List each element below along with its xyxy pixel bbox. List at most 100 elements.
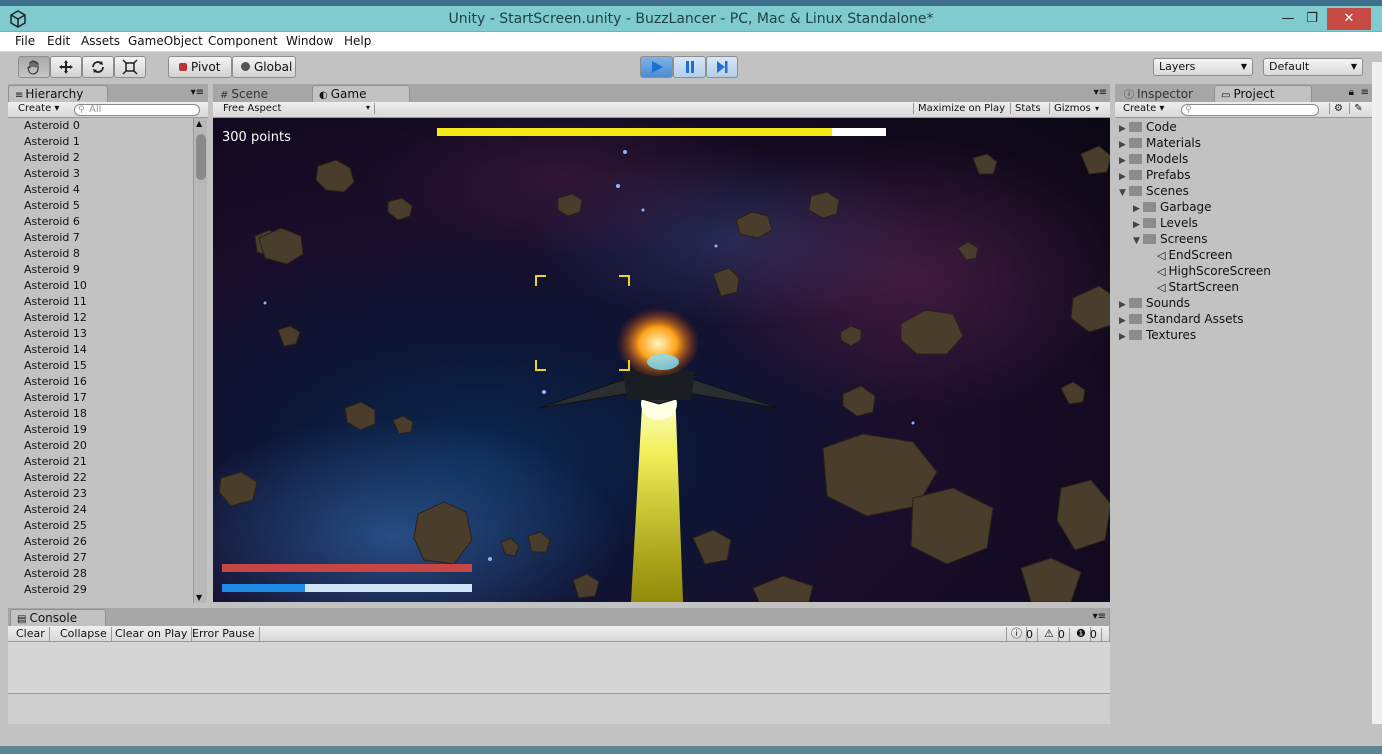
pivot-toggle[interactable]: Pivot — [168, 56, 232, 78]
project-item-highscorescreen[interactable]: ◁ HighScoreScreen — [1147, 263, 1271, 279]
layers-dropdown[interactable]: Layers ▼ — [1153, 58, 1253, 76]
menu-help[interactable]: Help — [344, 34, 371, 48]
list-item[interactable]: Asteroid 19 — [8, 422, 192, 438]
tab-hierarchy[interactable]: ≡ Hierarchy — [8, 85, 108, 102]
panel-menu-icon[interactable]: ≡ — [1361, 87, 1369, 98]
project-item-prefabs[interactable]: ▶ Prefabs — [1119, 167, 1191, 183]
step-button[interactable] — [706, 56, 738, 78]
list-item[interactable]: Asteroid 16 — [8, 374, 192, 390]
project-search-input[interactable]: ⚲ — [1181, 104, 1319, 116]
error-count-toggle[interactable]: ❶ 0 — [1072, 627, 1102, 642]
aspect-dropdown[interactable]: Free Aspect ▾ — [223, 103, 375, 114]
expanded-arrow-icon[interactable]: ▼ — [1133, 233, 1143, 249]
list-item[interactable]: Asteroid 18 — [8, 406, 192, 422]
menu-gameobject[interactable]: GameObject — [128, 34, 203, 48]
filter-by-label-icon[interactable]: ✎ — [1349, 103, 1367, 114]
project-item-models[interactable]: ▶ Models — [1119, 151, 1188, 167]
game-view[interactable]: 300 points — [213, 118, 1110, 602]
list-item[interactable]: Asteroid 14 — [8, 342, 192, 358]
filter-by-type-icon[interactable]: ⚙ — [1329, 103, 1347, 114]
project-item-startscreen[interactable]: ◁ StartScreen — [1147, 279, 1239, 295]
list-item[interactable]: Asteroid 7 — [8, 230, 192, 246]
project-item-textures[interactable]: ▶ Textures — [1119, 327, 1196, 343]
list-item[interactable]: Asteroid 17 — [8, 390, 192, 406]
tab-project[interactable]: ▭ Project — [1214, 85, 1312, 102]
list-item[interactable]: Asteroid 26 — [8, 534, 192, 550]
panel-menu-icon[interactable]: ▾≡ — [1094, 87, 1107, 98]
project-item-screens[interactable]: ▼ Screens — [1133, 231, 1208, 247]
list-item[interactable]: Asteroid 20 — [8, 438, 192, 454]
project-item-code[interactable]: ▶ Code — [1119, 119, 1177, 135]
list-item[interactable]: Asteroid 15 — [8, 358, 192, 374]
list-item[interactable]: Asteroid 28 — [8, 566, 192, 582]
scroll-up-icon[interactable]: ▲ — [196, 119, 202, 128]
list-item[interactable]: Asteroid 21 — [8, 454, 192, 470]
panel-menu-icon[interactable]: ▾≡ — [191, 87, 204, 98]
list-item[interactable]: Asteroid 9 — [8, 262, 192, 278]
list-item[interactable]: Asteroid 23 — [8, 486, 192, 502]
list-item[interactable]: Asteroid 5 — [8, 198, 192, 214]
list-item[interactable]: Asteroid 11 — [8, 294, 192, 310]
clear-on-play-button[interactable]: Clear on Play — [111, 627, 193, 641]
menu-component[interactable]: Component — [208, 34, 278, 48]
menu-assets[interactable]: Assets — [81, 34, 120, 48]
expanded-arrow-icon[interactable]: ▼ — [1119, 185, 1129, 201]
list-item[interactable]: Asteroid 4 — [8, 182, 192, 198]
list-item[interactable]: Asteroid 8 — [8, 246, 192, 262]
list-item[interactable]: Asteroid 22 — [8, 470, 192, 486]
global-toggle[interactable]: Global — [232, 56, 296, 78]
console-log-area[interactable] — [8, 642, 1110, 694]
project-item-scenes[interactable]: ▼ Scenes — [1119, 183, 1189, 199]
menu-file[interactable]: File — [15, 34, 35, 48]
list-item[interactable]: Asteroid 25 — [8, 518, 192, 534]
hand-tool-button[interactable] — [18, 56, 50, 78]
pause-button[interactable] — [673, 56, 706, 78]
rotate-tool-button[interactable] — [82, 56, 114, 78]
tab-console[interactable]: ▤ Console — [10, 609, 106, 626]
scale-tool-button[interactable] — [114, 56, 146, 78]
list-item[interactable]: Asteroid 27 — [8, 550, 192, 566]
list-item[interactable]: Asteroid 10 — [8, 278, 192, 294]
console-detail-area[interactable] — [8, 694, 1110, 724]
gizmos-dropdown[interactable]: Gizmos — [1049, 103, 1091, 114]
layout-dropdown[interactable]: Default ▼ — [1263, 58, 1363, 76]
menu-edit[interactable]: Edit — [47, 34, 70, 48]
menu-window[interactable]: Window — [286, 34, 333, 48]
hierarchy-scroll-thumb[interactable] — [196, 134, 206, 180]
project-item-standard-assets[interactable]: ▶ Standard Assets — [1119, 311, 1243, 327]
move-tool-button[interactable] — [50, 56, 82, 78]
collapsed-arrow-icon[interactable]: ▶ — [1119, 329, 1129, 345]
collapse-button[interactable]: Collapse — [56, 627, 112, 641]
tab-inspector[interactable]: ⓘ Inspector — [1117, 85, 1213, 102]
list-item[interactable]: Asteroid 6 — [8, 214, 192, 230]
scroll-down-icon[interactable]: ▼ — [196, 593, 202, 602]
maximize-button[interactable]: ❐ — [1298, 8, 1326, 30]
close-button[interactable]: ✕ — [1327, 8, 1371, 30]
project-item-sounds[interactable]: ▶ Sounds — [1119, 295, 1190, 311]
clear-button[interactable]: Clear — [12, 627, 50, 641]
list-item[interactable]: Asteroid 24 — [8, 502, 192, 518]
panel-menu-icon[interactable]: ▾≡ — [1093, 611, 1106, 622]
maximize-on-play-toggle[interactable]: Maximize on Play — [913, 103, 1005, 114]
list-item[interactable]: Asteroid 3 — [8, 166, 192, 182]
hierarchy-search-input[interactable]: ⚲ All — [74, 104, 200, 116]
info-count-toggle[interactable]: ⓘ 0 — [1006, 627, 1038, 642]
list-item[interactable]: Asteroid 12 — [8, 310, 192, 326]
project-create-button[interactable]: Create ▾ — [1123, 103, 1164, 114]
project-item-endscreen[interactable]: ◁ EndScreen — [1147, 247, 1233, 263]
stats-toggle[interactable]: Stats — [1010, 103, 1041, 114]
hierarchy-create-button[interactable]: Create ▾ — [18, 103, 59, 114]
gizmos-arrow-icon[interactable]: ▾ — [1095, 104, 1099, 113]
project-item-levels[interactable]: ▶ Levels — [1133, 215, 1198, 231]
play-button[interactable] — [640, 56, 673, 78]
project-item-materials[interactable]: ▶ Materials — [1119, 135, 1201, 151]
list-item[interactable]: Asteroid 29 — [8, 582, 192, 598]
list-item[interactable]: Asteroid 2 — [8, 150, 192, 166]
warning-count-toggle[interactable]: ⚠ 0 — [1040, 627, 1070, 642]
tab-scene[interactable]: # Scene — [213, 85, 309, 102]
list-item[interactable]: Asteroid 13 — [8, 326, 192, 342]
tab-game[interactable]: ◐ Game — [312, 85, 410, 102]
list-item[interactable]: Asteroid 0 — [8, 118, 192, 134]
list-item[interactable]: Asteroid 1 — [8, 134, 192, 150]
project-item-garbage[interactable]: ▶ Garbage — [1133, 199, 1212, 215]
